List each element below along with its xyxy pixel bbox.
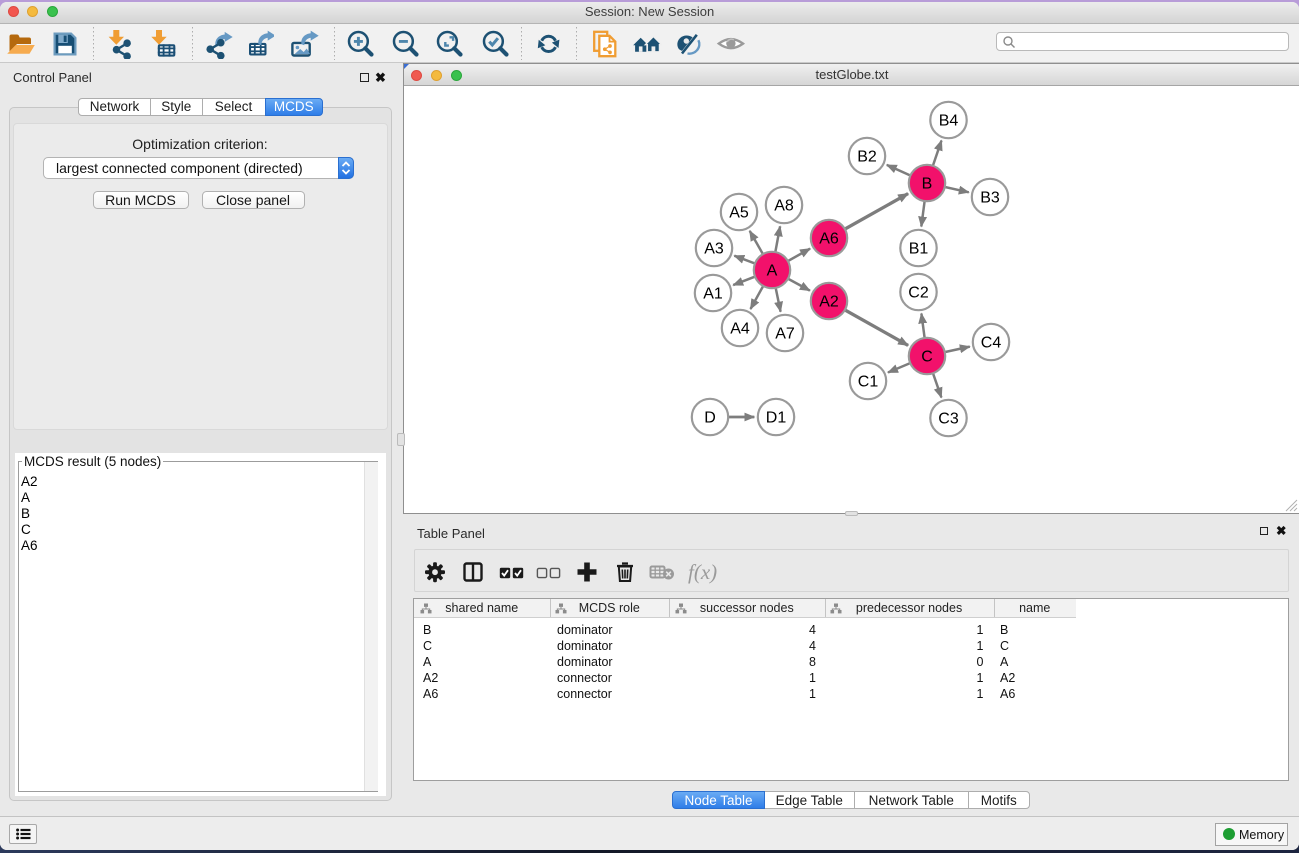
svg-text:A1: A1 xyxy=(703,286,723,303)
svg-text:A3: A3 xyxy=(704,241,724,258)
svg-text:B1: B1 xyxy=(909,241,929,258)
svg-text:B2: B2 xyxy=(857,149,877,166)
svg-text:C3: C3 xyxy=(938,411,959,428)
svg-text:C: C xyxy=(921,349,933,366)
svg-text:B3: B3 xyxy=(980,190,1000,207)
svg-text:A4: A4 xyxy=(730,321,750,338)
svg-text:C4: C4 xyxy=(981,335,1002,352)
svg-text:B: B xyxy=(922,176,933,193)
svg-text:D: D xyxy=(704,410,716,427)
svg-text:C2: C2 xyxy=(908,285,929,302)
svg-text:B4: B4 xyxy=(939,113,959,130)
svg-text:A2: A2 xyxy=(819,294,839,311)
svg-text:A: A xyxy=(767,263,778,280)
svg-text:A7: A7 xyxy=(775,326,795,343)
svg-text:D1: D1 xyxy=(766,410,787,427)
svg-text:C1: C1 xyxy=(858,374,879,391)
svg-text:A8: A8 xyxy=(774,198,794,215)
svg-text:A5: A5 xyxy=(729,205,749,222)
svg-text:A6: A6 xyxy=(819,231,839,248)
